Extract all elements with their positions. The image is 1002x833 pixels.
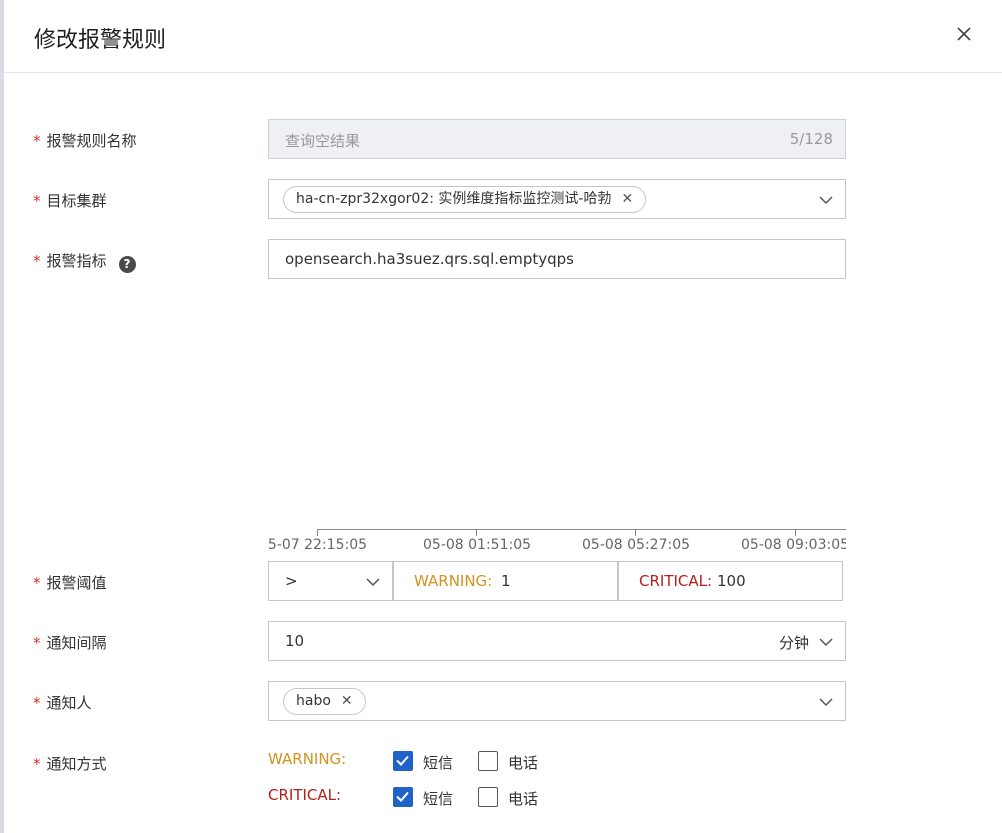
help-icon[interactable]: ?: [118, 256, 136, 273]
recipient-tag: habo ✕: [283, 688, 366, 715]
interval-input[interactable]: 10 分钟: [268, 621, 846, 661]
warning-threshold-input[interactable]: WARNING: 1: [393, 561, 618, 601]
recipients-select[interactable]: habo ✕: [268, 681, 846, 721]
axis-tick-label: 05-07 22:15:05: [268, 537, 368, 553]
axis-tick-label: 05-08 09:03:05: [741, 537, 846, 553]
warning-sms-checkbox[interactable]: [393, 751, 413, 771]
rule-name-value: 查询空结果: [285, 132, 361, 150]
interval-label: * 通知间隔: [33, 634, 107, 652]
axis-line: [317, 529, 846, 530]
warning-value: 1: [501, 572, 511, 590]
method-label: * 通知方式: [33, 755, 107, 773]
check-icon: [396, 791, 409, 802]
backdrop-edge: [0, 0, 4, 833]
cluster-label: * 目标集群: [33, 192, 107, 210]
axis-tick-label: 05-08 01:51:05: [423, 537, 532, 553]
critical-sms-label: 短信: [423, 790, 454, 808]
chart-axis: 05-07 22:15:05 05-08 01:51:05 05-08 05:2…: [268, 528, 846, 558]
dialog-title: 修改报警规则: [34, 28, 167, 53]
axis-tick: [635, 529, 636, 536]
warning-sms-label: 短信: [423, 754, 454, 772]
operator-select[interactable]: >: [268, 561, 393, 601]
critical-phone-checkbox[interactable]: [478, 787, 498, 807]
metric-label: * 报警指标?: [33, 250, 136, 273]
axis-tick: [795, 529, 796, 536]
operator-value: >: [285, 572, 298, 590]
warning-prefix: WARNING:: [414, 572, 493, 590]
page: 修改报警规则 * 报警规则名称 查询空结果 5/128 * 目标集群 ha-cn-z…: [0, 0, 1002, 833]
metric-input[interactable]: opensearch.ha3suez.qrs.sql.emptyqps: [268, 239, 846, 279]
close-icon[interactable]: [954, 24, 974, 44]
rule-name-label: * 报警规则名称: [33, 132, 137, 150]
critical-prefix: CRITICAL:: [639, 572, 713, 590]
recipients-label: * 通知人: [33, 694, 92, 712]
rule-name-char-count: 5/128: [789, 130, 833, 148]
check-icon: [396, 755, 409, 766]
critical-phone-label: 电话: [508, 790, 539, 808]
interval-unit-select[interactable]: 分钟: [779, 632, 809, 653]
critical-threshold-input[interactable]: CRITICAL: 100: [618, 561, 843, 601]
critical-sms-checkbox[interactable]: [393, 787, 413, 807]
chevron-down-icon[interactable]: [366, 575, 380, 589]
threshold-label: * 报警阈值: [33, 574, 107, 592]
dialog-header: 修改报警规则: [4, 0, 1002, 73]
interval-value: 10: [285, 632, 305, 650]
critical-value: 100: [717, 572, 746, 590]
warning-phone-label: 电话: [508, 754, 539, 772]
axis-tick: [317, 529, 318, 536]
axis-tick-label: 05-08 05:27:05: [582, 537, 691, 553]
tag-remove-icon[interactable]: ✕: [341, 693, 353, 709]
tag-remove-icon[interactable]: ✕: [621, 191, 633, 207]
method-critical-level: CRITICAL:: [268, 786, 342, 804]
rule-name-input[interactable]: 查询空结果 5/128: [268, 119, 846, 159]
method-warning-level: WARNING:: [268, 750, 347, 768]
chevron-down-icon[interactable]: [819, 635, 833, 649]
chevron-down-icon[interactable]: [819, 193, 833, 207]
metric-value: opensearch.ha3suez.qrs.sql.emptyqps: [285, 250, 574, 268]
axis-tick: [476, 529, 477, 536]
cluster-select[interactable]: ha-cn-zpr32xgor02: 实例维度指标监控测试-哈勃 ✕: [268, 179, 846, 219]
cluster-tag: ha-cn-zpr32xgor02: 实例维度指标监控测试-哈勃 ✕: [283, 186, 647, 213]
chevron-down-icon[interactable]: [819, 695, 833, 709]
warning-phone-checkbox[interactable]: [478, 751, 498, 771]
